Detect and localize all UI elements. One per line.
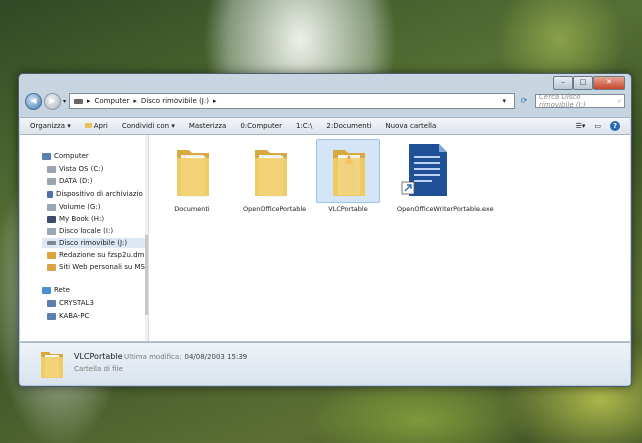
nav-item-drive-c[interactable]: Vista OS (C:) <box>47 164 103 174</box>
recent-pages-icon[interactable]: ▾ <box>63 98 66 105</box>
breadcrumb-separator-icon: ▸ <box>212 97 217 105</box>
file-list: Documenti OpenOfficePortable VLCPortable… <box>150 135 630 341</box>
details-type: Cartella di file <box>74 365 123 373</box>
nav-item-drive-i[interactable]: Disco locale (I:) <box>47 226 113 236</box>
nav-item-label: Volume (G:) <box>59 203 101 211</box>
navigation-pane: Computer Vista OS (C:) DATA (D:) Disposi… <box>20 135 149 341</box>
external-drive-icon <box>47 215 56 223</box>
view-controls: ☰▾ ▭ ? <box>567 121 620 131</box>
file-item-label: VLCPortable <box>328 205 368 213</box>
drive-icon <box>47 165 56 173</box>
drive-icon <box>47 227 56 235</box>
details-modified-label: Ultima modifica: <box>124 353 182 361</box>
network-computer-icon <box>47 299 56 307</box>
preview-pane-icon[interactable]: ▭ <box>594 122 601 130</box>
refresh-icon[interactable]: ⟳ <box>517 94 531 108</box>
search-placeholder: Cerca Disco rimovibile (J:) <box>539 93 586 109</box>
usb-device-icon <box>47 190 53 198</box>
details-modified: Ultima modifica: 04/08/2003 15:39 <box>124 353 247 361</box>
nav-item-drive-j[interactable]: Disco rimovibile (J:) <box>42 238 148 248</box>
file-item-documenti[interactable]: Documenti <box>157 139 227 213</box>
details-name: VLCPortable <box>74 352 123 361</box>
openoffice-writer-icon <box>394 139 458 203</box>
folder-icon <box>160 139 224 203</box>
folder-icon <box>238 139 302 203</box>
minimize-button[interactable]: – <box>553 76 573 90</box>
close-button[interactable]: ✕ <box>593 76 625 90</box>
nav-item-label: Rete <box>54 286 70 294</box>
nav-item-drive-h[interactable]: My Book (H:) <box>47 214 104 224</box>
nav-scrollbar-thumb[interactable] <box>145 235 148 315</box>
explorer-window: – □ ✕ ◀ ▶ ▾ ▸ Computer ▸ Disco rimovibil… <box>18 73 632 387</box>
new-folder-button[interactable]: Nuova cartella <box>385 122 436 130</box>
open-label: Apri <box>93 122 108 130</box>
forward-button[interactable]: ▶ <box>44 92 61 110</box>
toolbar-button-4[interactable]: 0:Computer <box>240 122 282 130</box>
nav-item-label: CRYSTAL3 <box>59 299 94 307</box>
nav-item-kaba-pc[interactable]: KABA-PC <box>47 311 89 321</box>
explorer-body: Computer Vista OS (C:) DATA (D:) Disposi… <box>20 135 630 341</box>
back-button[interactable]: ◀ <box>25 92 42 110</box>
nav-item-label: Dispositivo di archiviazio <box>56 190 143 198</box>
command-bar: Organizza ▾ Apri Condividi con ▾ Masteri… <box>20 117 630 135</box>
breadcrumb-drive[interactable]: Disco rimovibile (J:) <box>141 97 209 105</box>
nav-scrollbar[interactable] <box>145 135 148 341</box>
nav-item-label: My Book (H:) <box>59 215 105 223</box>
removable-drive-icon <box>47 241 56 245</box>
drive-icon <box>47 203 56 211</box>
share-menu[interactable]: Condividi con ▾ <box>122 122 175 130</box>
breadcrumb-separator-icon: ▸ <box>133 97 137 105</box>
file-item-openofficewriterportable[interactable]: OpenOfficeWriterPortable.exe <box>391 139 494 213</box>
address-dropdown-icon[interactable]: ▾ <box>502 97 506 105</box>
nav-item-computer[interactable]: Computer <box>42 151 89 161</box>
open-button[interactable]: Apri <box>84 122 108 130</box>
nav-item-label: KABA-PC <box>59 312 90 320</box>
help-icon[interactable]: ? <box>610 121 620 131</box>
open-icon <box>84 123 92 128</box>
nav-item-drive-d[interactable]: DATA (D:) <box>47 176 92 186</box>
nav-item-label: Siti Web personali su MS <box>59 263 145 271</box>
caption-buttons: – □ ✕ <box>553 76 625 90</box>
nav-item-network-location-2[interactable]: Siti Web personali su MS <box>47 262 145 272</box>
search-input[interactable]: Cerca Disco rimovibile (J:) ⌕ <box>535 93 625 109</box>
breadcrumb-separator-icon: ▸ <box>87 97 91 105</box>
nav-item-label: Disco locale (I:) <box>59 227 114 235</box>
file-item-vlcportable[interactable]: VLCPortable <box>313 139 383 213</box>
details-pane: VLCPortable Ultima modifica: 04/08/2003 1… <box>20 342 630 385</box>
nav-item-network[interactable]: Rete <box>42 285 70 295</box>
file-item-openofficeportable[interactable]: OpenOfficePortable <box>235 139 307 213</box>
nav-item-drive-g[interactable]: Volume (G:) <box>47 202 101 212</box>
address-row: ◀ ▶ ▾ ▸ Computer ▸ Disco rimovibile (J:)… <box>25 92 625 110</box>
folder-icon <box>316 139 380 203</box>
search-icon: ⌕ <box>617 96 621 105</box>
nav-item-network-location-1[interactable]: Redazione su fzsp2u.dm <box>47 250 144 260</box>
nav-item-label: DATA (D:) <box>59 177 93 185</box>
drive-icon <box>74 98 84 104</box>
nav-item-storage-device[interactable]: Dispositivo di archiviazio <box>47 189 143 199</box>
file-item-label: OpenOfficeWriterPortable.exe <box>397 205 494 213</box>
nav-item-label: Vista OS (C:) <box>59 165 104 173</box>
details-modified-value: 04/08/2003 15:39 <box>184 353 248 361</box>
breadcrumb-computer[interactable]: Computer <box>95 97 130 105</box>
burn-button[interactable]: Masterizza <box>189 122 227 130</box>
toolbar-button-6[interactable]: 2:Documenti <box>326 122 371 130</box>
web-folder-icon <box>47 263 56 271</box>
file-item-label: Documenti <box>174 205 210 213</box>
address-bar[interactable]: ▸ Computer ▸ Disco rimovibile (J:) ▸ ▾ <box>69 93 515 109</box>
network-icon <box>42 286 51 294</box>
nav-item-label: Disco rimovibile (J:) <box>59 239 128 247</box>
nav-item-label: Computer <box>54 152 89 160</box>
maximize-button[interactable]: □ <box>573 76 593 90</box>
drive-icon <box>47 177 56 185</box>
web-folder-icon <box>47 251 56 259</box>
computer-icon <box>42 152 51 160</box>
network-computer-icon <box>47 312 56 320</box>
nav-item-label: Redazione su fzsp2u.dm <box>59 251 145 259</box>
file-item-label: OpenOfficePortable <box>243 205 307 213</box>
toolbar-button-5[interactable]: 1:C:\ <box>296 122 312 130</box>
folder-icon <box>41 352 63 378</box>
nav-item-crystal3[interactable]: CRYSTAL3 <box>47 298 94 308</box>
view-options-icon[interactable]: ☰▾ <box>576 122 586 130</box>
organize-menu[interactable]: Organizza ▾ <box>30 122 71 130</box>
